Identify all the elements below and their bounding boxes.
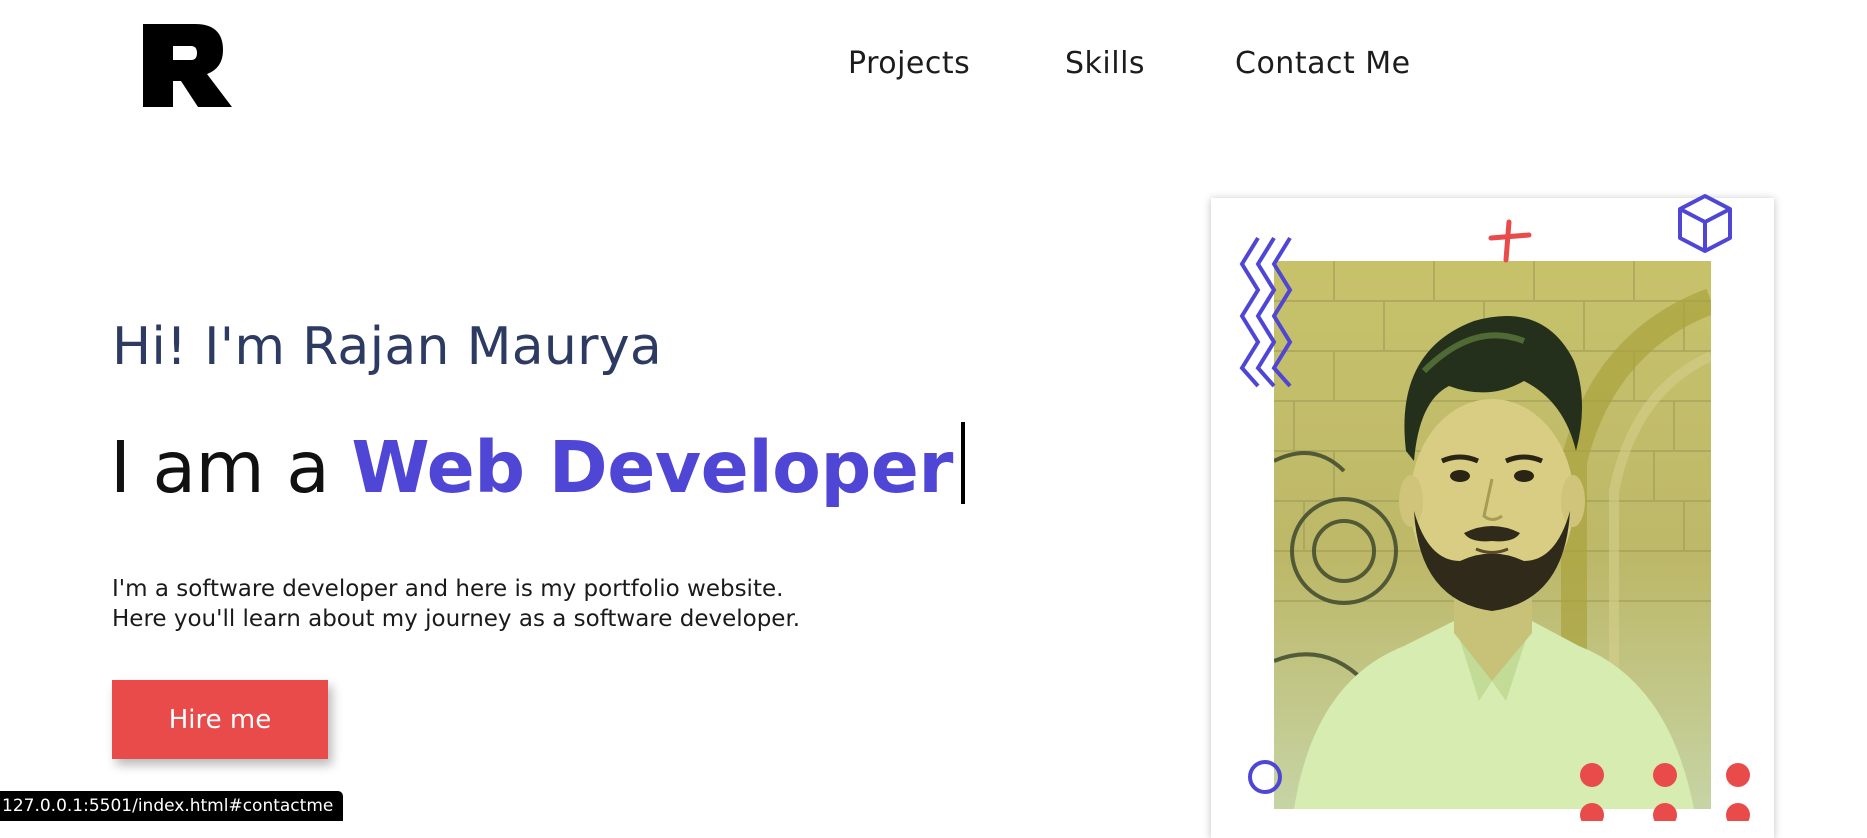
nav-projects[interactable]: Projects xyxy=(848,46,970,81)
profile-photo-illustration xyxy=(1274,261,1711,809)
description-line-2: Here you'll learn about my journey as a … xyxy=(112,606,801,632)
hero-description: I'm a software developer and here is my … xyxy=(112,574,800,634)
nav-contact-me[interactable]: Contact Me xyxy=(1235,46,1411,81)
status-bar-url: 127.0.0.1:5501/index.html#contactme xyxy=(0,791,344,821)
hire-me-button[interactable]: Hire me xyxy=(112,680,328,759)
typing-cursor xyxy=(960,422,965,504)
description-line-1: I'm a software developer and here is my … xyxy=(112,576,784,602)
role-prefix: I am a xyxy=(110,426,352,509)
role-highlight: Web Developer xyxy=(351,426,953,509)
logo[interactable] xyxy=(143,24,232,107)
nav-skills[interactable]: Skills xyxy=(1065,46,1145,81)
plus-icon xyxy=(1488,219,1532,263)
profile-photo xyxy=(1274,261,1711,809)
hero-greeting: Hi! I'm Rajan Maurya xyxy=(112,317,663,377)
circle-icon xyxy=(1248,760,1282,794)
zigzag-icon xyxy=(1239,236,1293,388)
hero-role: I am a Web Developer xyxy=(110,422,965,509)
dots-icon xyxy=(1580,763,1750,821)
cube-icon xyxy=(1678,194,1732,253)
